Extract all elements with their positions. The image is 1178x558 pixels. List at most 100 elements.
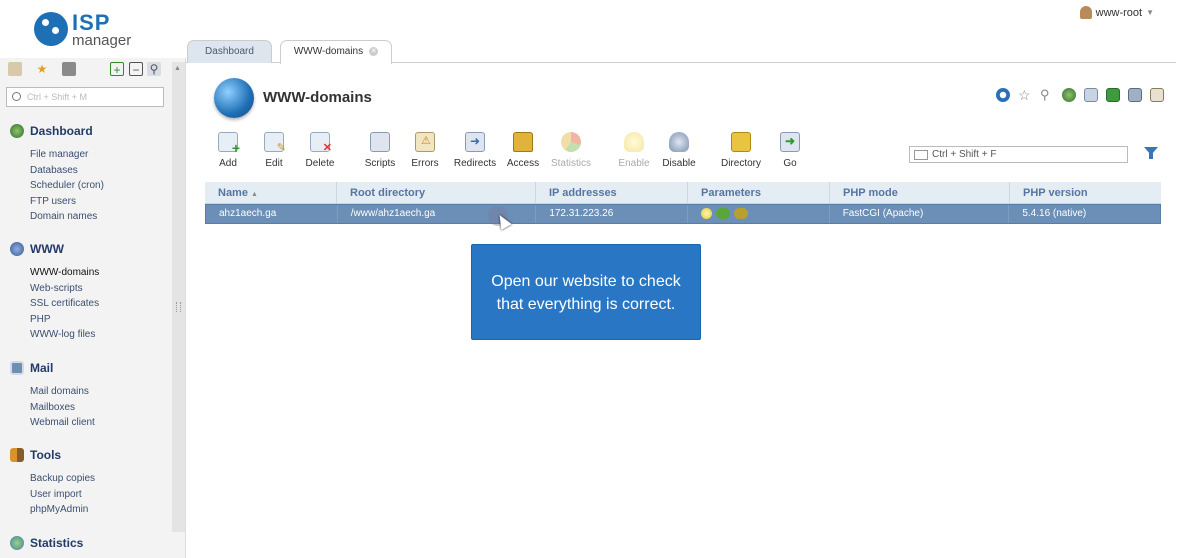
sidebar-item-www-domains[interactable]: WWW-domains [10,265,99,281]
sidebar-group-title[interactable]: WWW [10,241,99,257]
page-title: WWW-domains [263,89,372,106]
toolbar-label: Access [506,158,540,169]
excel-export-icon[interactable] [1106,88,1120,102]
star-icon[interactable]: ★ [35,62,49,76]
clipboard-icon[interactable] [62,62,76,76]
cell-ip-addresses: 172.31.223.26 [536,205,688,223]
sidebar-item-backup-copies[interactable]: Backup copies [10,471,95,487]
www-globe-icon [10,242,24,256]
column-header-php-version[interactable]: PHP version [1010,182,1161,203]
column-label: Name [218,187,248,199]
toolbar-label: Delete [305,158,335,169]
tree-view-icon[interactable] [8,62,22,76]
table-filter-placeholder: Ctrl + Shift + F [932,149,997,160]
page-actions: ☆ ⚲ [996,88,1164,102]
table-header: Name ▲ Root directory IP addresses Parame… [205,182,1161,204]
sidebar-item-php[interactable]: PHP [10,312,99,328]
ssi-icon [733,207,748,219]
expand-all-icon[interactable]: + [110,62,124,77]
sidebar-search-input[interactable]: Ctrl + Shift + M [6,87,164,107]
sidebar-group-label: Statistics [30,536,84,550]
toolbar: + Add ✎ Edit ✕ Delete Scripts ⚠ Errors ➜… [214,132,814,172]
go-arrow-icon: ➜ [780,132,800,152]
sidebar-scrollbar[interactable]: ▲ [172,62,185,532]
sidebar-item-user-import[interactable]: User import [10,487,95,503]
access-button[interactable]: Access [505,132,541,169]
toolbar-label: Enable [618,158,650,169]
sidebar-item-domain-names[interactable]: Domain names [10,209,104,225]
column-header-name[interactable]: Name ▲ [205,182,337,203]
directory-button[interactable]: Directory [719,132,763,169]
toolbar-label: Scripts [364,158,396,169]
scroll-up-icon[interactable]: ▲ [174,65,181,72]
filter-icon[interactable] [1144,147,1158,159]
pie-chart-icon [561,132,581,152]
pin-icon[interactable]: ⚲ [1040,88,1054,102]
table-filter-input[interactable]: Ctrl + Shift + F [909,146,1128,163]
lightbulb-icon [701,207,712,219]
sidebar-group-mail: Mail Mail domains Mailboxes Webmail clie… [10,360,95,431]
toolbar-label: Errors [411,158,439,169]
edit-icon: ✎ [264,132,286,154]
sidebar-group-dashboard: Dashboard File manager Databases Schedul… [10,123,104,225]
sidebar-item-scheduler[interactable]: Scheduler (cron) [10,178,104,194]
sidebar-item-mailboxes[interactable]: Mailboxes [10,400,95,416]
sidebar-group-www: WWW WWW-domains Web-scripts SSL certific… [10,241,99,343]
toolbar-label: Disable [662,158,696,169]
close-icon[interactable]: ✕ [369,46,379,56]
isp-manager-logo[interactable]: ISP manager [34,10,144,50]
sidebar-item-mail-domains[interactable]: Mail domains [10,384,95,400]
domains-table: Name ▲ Root directory IP addresses Parame… [205,182,1161,224]
refresh-icon[interactable] [996,88,1010,102]
settings-table-icon[interactable] [1150,88,1164,102]
delete-button[interactable]: ✕ Delete [304,132,336,169]
sidebar-group-label: Dashboard [30,124,93,138]
sidebar-item-ssl-certificates[interactable]: SSL certificates [10,296,99,312]
resize-grip-icon[interactable] [176,302,181,312]
sidebar-toolbar: ★ + − ⚲ [8,62,168,80]
sidebar-group-tools: Tools Backup copies User import phpMyAdm… [10,447,95,518]
redirects-button[interactable]: ➜ Redirects [453,132,497,169]
statistics-button[interactable]: Statistics [550,132,592,169]
sidebar-item-webmail-client[interactable]: Webmail client [10,415,95,431]
table-row[interactable]: ahz1aech.ga /www/ahz1aech.ga 172.31.223.… [205,204,1161,224]
globe-icon[interactable] [1062,88,1076,102]
errors-button[interactable]: ⚠ Errors [410,132,440,169]
sidebar-group-title[interactable]: Mail [10,360,95,376]
sidebar-item-www-log-files[interactable]: WWW-log files [10,327,99,343]
collapse-all-icon[interactable]: − [129,62,143,77]
go-button[interactable]: ➜ Go [780,132,800,169]
column-header-parameters[interactable]: Parameters [688,182,830,203]
column-header-php-mode[interactable]: PHP mode [830,182,1010,203]
sidebar-item-web-scripts[interactable]: Web-scripts [10,281,99,297]
user-menu[interactable]: www-root ▼ [1079,6,1154,19]
enable-button[interactable]: Enable [618,132,650,169]
sidebar-group-label: Mail [30,361,54,375]
sidebar-item-ftp-users[interactable]: FTP users [10,194,104,210]
sidebar-group-title[interactable]: Dashboard [10,123,104,139]
column-header-root-directory[interactable]: Root directory [337,182,536,203]
sidebar-group-title[interactable]: Statistics [10,535,83,551]
pin-icon[interactable]: ⚲ [147,62,161,76]
add-button[interactable]: + Add [214,132,242,169]
column-header-ip-addresses[interactable]: IP addresses [536,182,688,203]
dashboard-icon [10,124,24,138]
print-icon[interactable] [1128,88,1142,102]
sidebar-group-statistics: Statistics [10,535,83,551]
folder-icon [731,132,751,152]
sidebar-group-title[interactable]: Tools [10,447,95,463]
user-icon [1079,6,1092,19]
tab-www-domains[interactable]: WWW-domains ✕ [280,40,392,64]
cell-parameters [688,205,830,223]
copy-icon[interactable] [1084,88,1098,102]
star-icon[interactable]: ☆ [1018,88,1032,102]
edit-button[interactable]: ✎ Edit [261,132,287,169]
sidebar-item-file-manager[interactable]: File manager [10,147,104,163]
logo-text-manager: manager [72,32,132,49]
sidebar-item-databases[interactable]: Databases [10,163,104,179]
sidebar-item-phpmyadmin[interactable]: phpMyAdmin [10,502,95,518]
tab-dashboard[interactable]: Dashboard [187,40,272,63]
disable-button[interactable]: Disable [661,132,697,169]
scripts-button[interactable]: Scripts [363,132,397,169]
instruction-callout: Open our website to check that everythin… [471,244,701,340]
